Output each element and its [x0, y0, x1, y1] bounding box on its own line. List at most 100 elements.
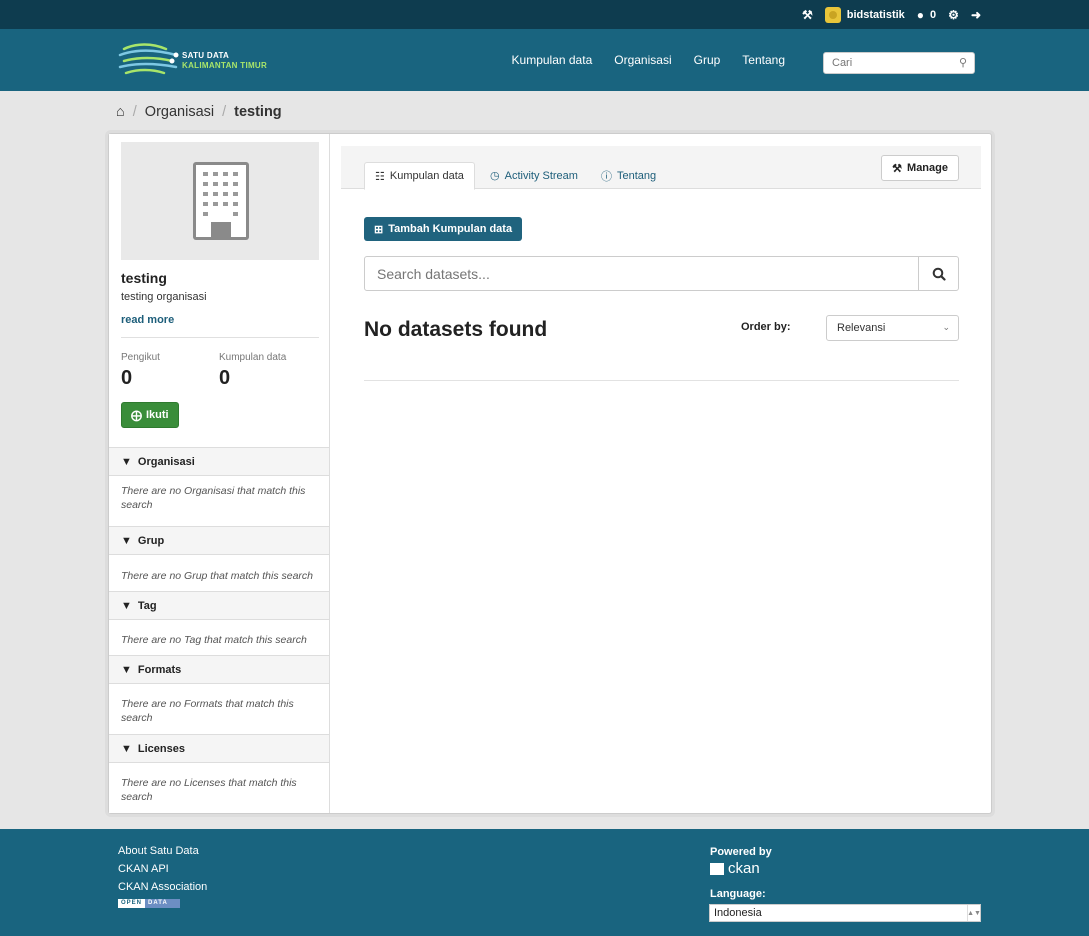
settings-icon[interactable]: ⚙ [948, 8, 959, 22]
username: bidstatistik [846, 8, 905, 21]
main-panel: testing testing organisasi read more Pen… [108, 133, 992, 814]
notification-count: 0 [930, 8, 937, 21]
facet-header-licenses: ▼ Licenses [109, 734, 329, 763]
dataset-search [364, 256, 959, 291]
dataset-search-input[interactable] [365, 257, 910, 290]
facet-title: Tag [137, 599, 157, 612]
ckan-text: ckan [728, 860, 760, 877]
followers-label: Pengikut [121, 352, 160, 363]
breadcrumb-current[interactable]: testing [234, 104, 282, 120]
facet-empty-licenses: There are no Licenses that match this se… [121, 777, 297, 803]
datasets-count: 0 [219, 367, 231, 389]
followers-count: 0 [121, 367, 133, 389]
building-icon [193, 162, 249, 240]
logo-line1: SATU DATA [182, 51, 230, 60]
divider [364, 380, 959, 381]
ckan-logo[interactable]: ckan [710, 860, 760, 877]
follow-button[interactable]: ⨁ Ikuti [121, 402, 179, 428]
open-data-badge[interactable]: OPEN DATA [118, 899, 180, 908]
account-bar: ⚒ bidstatistik ● 0 ⚙ ➜ [0, 0, 1089, 29]
facet-empty-grup: There are no Grup that match this search [121, 570, 314, 582]
nav-tentang[interactable]: Tentang [742, 53, 785, 67]
site-search-input[interactable] [824, 53, 944, 73]
facet-title: Grup [137, 534, 165, 547]
manage-label: Manage [907, 162, 948, 174]
nav-organisasi[interactable]: Organisasi [614, 53, 671, 67]
facet-empty-organisasi: There are no Organisasi that match this … [121, 485, 306, 511]
filter-icon: ▼ [121, 599, 132, 612]
open-data-b: DATA [145, 899, 180, 908]
plus-circle-icon: ⨁ [131, 409, 142, 422]
chevron-down-icon: ⌄ [942, 322, 950, 332]
content: ☷ Kumpulan data ◷ Activity Stream ⓘ Tent… [331, 134, 991, 813]
manage-button[interactable]: ⚒ Manage [881, 155, 959, 181]
logout-icon[interactable]: ➜ [971, 8, 981, 22]
tabs-bar: ☷ Kumpulan data ◷ Activity Stream ⓘ Tent… [341, 146, 981, 190]
org-description: testing organisasi [121, 291, 207, 303]
search-icon [932, 267, 946, 281]
ckan-icon [710, 862, 724, 875]
footer-link-api[interactable]: CKAN API [118, 863, 207, 875]
breadcrumb-organisasi[interactable]: Organisasi [145, 104, 214, 120]
breadcrumb-separator: / [222, 104, 227, 120]
logo-line2: KALIMANTAN TIMUR [182, 61, 268, 70]
wrench-icon: ⚒ [892, 162, 903, 175]
tab-activity-stream[interactable]: ◷ Activity Stream [480, 162, 588, 189]
facet-title: Licenses [137, 742, 185, 755]
read-more-link[interactable]: read more [121, 314, 174, 326]
org-title: testing [121, 270, 167, 286]
language-select[interactable]: Indonesia ▲▼ [709, 904, 981, 922]
filter-icon: ▼ [121, 534, 132, 547]
logo-icon [118, 43, 179, 75]
facet-title: Formats [137, 663, 182, 676]
language-value: Indonesia [714, 907, 762, 919]
breadcrumb-separator: / [132, 104, 137, 120]
filter-icon: ▼ [121, 455, 132, 468]
plus-square-icon: ⊞ [374, 223, 384, 236]
facet-header-organisasi: ▼ Organisasi [109, 447, 329, 476]
footer-link-about[interactable]: About Satu Data [118, 845, 207, 857]
user-link[interactable]: bidstatistik [824, 6, 905, 23]
sidebar: testing testing organisasi read more Pen… [109, 134, 330, 813]
footer: About Satu Data CKAN API CKAN Associatio… [0, 829, 1089, 936]
info-icon: ⓘ [601, 170, 612, 183]
facet-header-formats: ▼ Formats [109, 655, 329, 684]
footer-links: About Satu Data CKAN API CKAN Associatio… [118, 845, 207, 908]
dashboard-link[interactable]: ● 0 [917, 8, 936, 22]
language-label: Language: [710, 888, 766, 900]
filter-icon: ▼ [121, 663, 132, 676]
chevron-down-icon: ▲▼ [967, 905, 981, 921]
tab-label: Activity Stream [504, 169, 578, 182]
org-image [121, 142, 319, 260]
follow-label: Ikuti [146, 409, 169, 421]
datasets-label: Kumpulan data [219, 352, 287, 363]
order-by-value: Relevansi [837, 322, 886, 334]
no-results-heading: No datasets found [364, 318, 548, 341]
add-dataset-label: Tambah Kumpulan data [388, 223, 513, 235]
home-icon[interactable]: ⌂ [116, 104, 125, 120]
powered-by: Powered by [710, 846, 772, 858]
search-icon[interactable]: ⚲ [959, 56, 967, 69]
nav-grup[interactable]: Grup [694, 53, 721, 67]
facet-header-grup: ▼ Grup [109, 526, 329, 555]
nav-kumpulan-data[interactable]: Kumpulan data [512, 53, 593, 67]
dashboard-icon: ● [916, 7, 925, 22]
sysadmin-icon[interactable]: ⚒ [802, 8, 813, 22]
facet-empty-formats: There are no Formats that match this sea… [121, 698, 294, 724]
filter-icon: ▼ [121, 742, 132, 755]
order-by-select[interactable]: Relevansi ⌄ [826, 315, 959, 341]
avatar [824, 6, 841, 23]
main-nav: Kumpulan data Organisasi Grup Tentang [512, 29, 785, 91]
footer-link-association[interactable]: CKAN Association [118, 881, 207, 893]
facet-header-tag: ▼ Tag [109, 591, 329, 620]
sitemap-icon: ☷ [375, 170, 385, 183]
site-logo[interactable]: SATU DATA KALIMANTAN TIMUR [118, 39, 288, 81]
tab-label: Tentang [617, 169, 657, 182]
site-search: ⚲ [823, 52, 975, 74]
open-data-a: OPEN [118, 899, 146, 908]
facet-empty-tag: There are no Tag that match this search [121, 634, 307, 646]
tab-kumpulan-data[interactable]: ☷ Kumpulan data [364, 162, 475, 190]
tab-tentang[interactable]: ⓘ Tentang [591, 162, 666, 189]
search-button[interactable] [918, 257, 958, 290]
add-dataset-button[interactable]: ⊞ Tambah Kumpulan data [364, 217, 523, 241]
